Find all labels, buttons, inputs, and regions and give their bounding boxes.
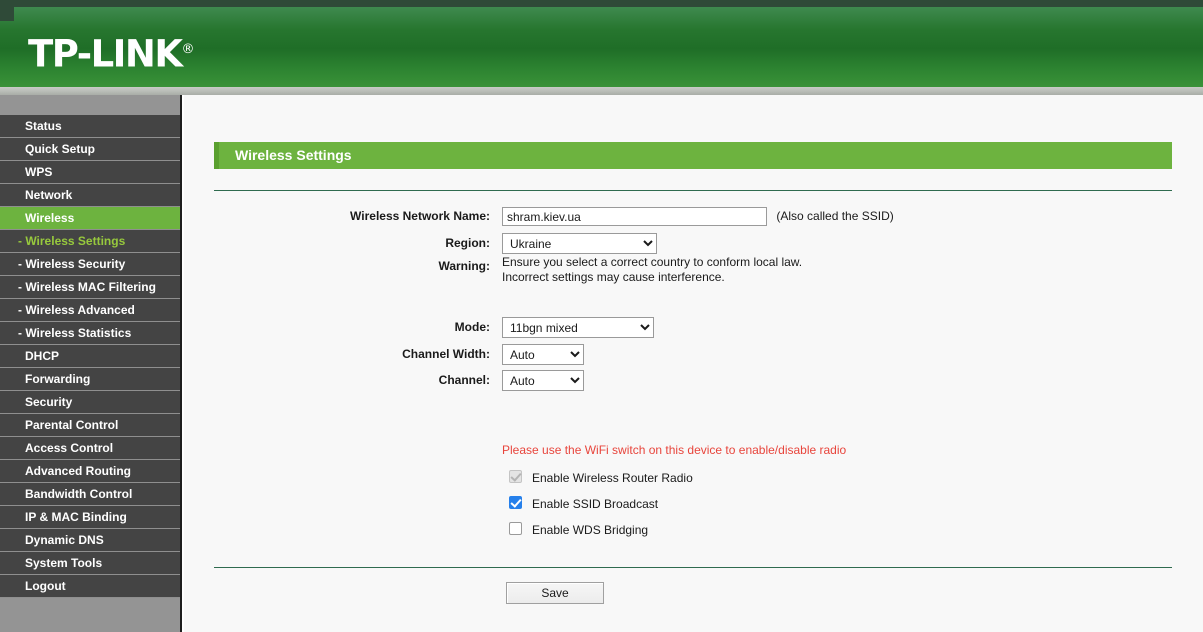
sidebar-item-status[interactable]: Status [0,115,180,138]
page-header: TP-LINK® [0,0,1203,95]
registered-trademark-icon: ® [181,42,195,57]
warning-line-2: Incorrect settings may cause interferenc… [502,270,725,284]
field-wireless-network-name: (Also called the SSID) [502,205,894,227]
checkbox-label: Enable WDS Bridging [532,522,649,537]
channel-select[interactable]: Auto [502,370,584,392]
field-mode: 11bgn mixed [502,316,654,339]
sidebar-item-parental-control[interactable]: Parental Control [0,414,180,437]
sidebar-top-block [0,95,180,115]
checkbox-label: Enable SSID Broadcast [532,496,659,511]
row-channel-width: Channel Width: Auto [184,343,1203,366]
main-content: Wireless Settings Wireless Network Name:… [184,95,1203,632]
row-mode: Mode: 11bgn mixed [184,316,1203,339]
checkbox-row-enable-wds-bridging[interactable]: Enable WDS Bridging [509,519,648,539]
body-wrapper: Status Quick Setup WPS Network Wireless - Wir… [0,95,1203,632]
sidebar-item-dynamic-dns[interactable]: Dynamic DNS [0,529,180,552]
row-wireless-network-name: Wireless Network Name: (Also called the … [184,205,1203,227]
sidebar-item-advanced-routing[interactable]: Advanced Routing [0,460,180,483]
header-top-strip [0,0,1203,7]
label-channel-width: Channel Width: [402,347,490,361]
page-title: Wireless Settings [214,142,1172,169]
sidebar-item-network[interactable]: Network [0,184,180,207]
field-channel: Auto [502,369,584,392]
sidebar-item-wireless-settings[interactable]: - Wireless Settings [0,230,180,253]
sidebar-menu-list: Status Quick Setup WPS Network Wireless - Wir… [0,115,180,598]
checkbox-label: Enable Wireless Router Radio [532,470,693,485]
sidebar-item-wireless-statistics[interactable]: - Wireless Statistics [0,322,180,345]
sidebar-item-forwarding[interactable]: Forwarding [0,368,180,391]
save-button[interactable]: Save [506,582,604,604]
label-channel: Channel: [438,373,490,387]
sidebar-item-wireless[interactable]: Wireless [0,207,180,230]
sidebar-item-dhcp[interactable]: DHCP [0,345,180,368]
checkbox-icon [509,470,522,483]
header-bottom-strip [0,87,1203,95]
sidebar-item-access-control[interactable]: Access Control [0,437,180,460]
sidebar-navigation: Status Quick Setup WPS Network Wireless - Wir… [0,95,182,632]
sidebar-item-wps[interactable]: WPS [0,161,180,184]
sidebar-item-quick-setup[interactable]: Quick Setup [0,138,180,161]
sidebar-bottom-block [0,598,180,618]
ssid-hint: (Also called the SSID) [776,209,894,223]
logo-text: TP-LINK [28,32,183,76]
sidebar-item-security[interactable]: Security [0,391,180,414]
label-mode: Mode: [454,320,490,334]
checkbox-icon[interactable] [509,522,522,535]
row-warning: Warning: Ensure you select a correct cou… [184,255,1203,289]
label-wireless-network-name: Wireless Network Name: [350,209,490,223]
channel-width-select[interactable]: Auto [502,344,584,366]
field-channel-width: Auto [502,343,584,366]
checkbox-icon[interactable] [509,496,522,509]
mode-select[interactable]: 11bgn mixed [502,317,654,339]
sidebar-item-wireless-security[interactable]: - Wireless Security [0,253,180,276]
label-warning: Warning: [438,259,490,273]
sidebar-item-system-tools[interactable]: System Tools [0,552,180,575]
divider-bottom [214,567,1172,568]
sidebar-item-wireless-advanced[interactable]: - Wireless Advanced [0,299,180,322]
ssid-input[interactable] [502,207,767,227]
sidebar-item-wireless-mac-filtering[interactable]: - Wireless MAC Filtering [0,276,180,299]
radio-switch-note: Please use the WiFi switch on this devic… [502,443,847,457]
tp-link-logo: TP-LINK® [28,30,195,74]
label-region: Region: [445,236,490,250]
row-region: Region: Ukraine [184,232,1203,255]
checkbox-row-enable-wireless-router-radio: Enable Wireless Router Radio [509,467,693,487]
checkbox-row-enable-ssid-broadcast[interactable]: Enable SSID Broadcast [509,493,658,513]
divider-top [214,190,1172,191]
header-corner-notch [0,7,14,21]
sidebar-item-bandwidth-control[interactable]: Bandwidth Control [0,483,180,506]
warning-text: Ensure you select a correct country to c… [502,255,802,285]
row-channel: Channel: Auto [184,369,1203,392]
field-region: Ukraine [502,232,657,255]
sidebar-item-ip-mac-binding[interactable]: IP & MAC Binding [0,506,180,529]
region-select[interactable]: Ukraine [502,233,657,255]
sidebar-item-logout[interactable]: Logout [0,575,180,598]
warning-line-1: Ensure you select a correct country to c… [502,255,803,269]
